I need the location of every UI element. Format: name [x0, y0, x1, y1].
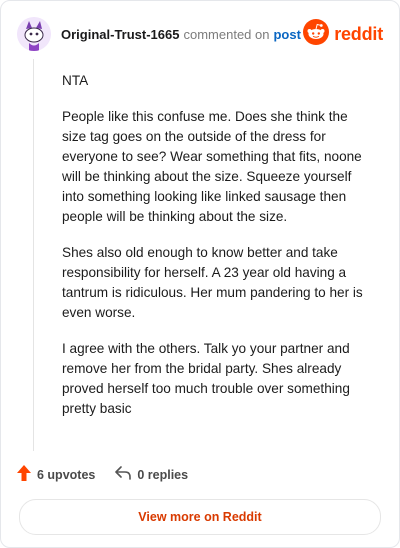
reddit-wordmark: reddit [334, 23, 383, 44]
comment-byline: Original-Trust-1665 commented on post [61, 27, 301, 42]
upvote-button[interactable]: 6 upvotes [17, 465, 95, 484]
comment-body: NTA People like this confuse me. Does sh… [62, 71, 373, 435]
reddit-logo-icon [303, 18, 330, 50]
embedded-comment-card: Original-Trust-1665 commented on post re… [0, 0, 400, 548]
reddit-brand-link[interactable]: reddit [303, 18, 383, 50]
upvotes-count: 6 upvotes [37, 467, 96, 482]
username-link[interactable]: Original-Trust-1665 [61, 27, 179, 42]
post-link[interactable]: post [273, 27, 300, 42]
comment-paragraph: Shes also old enough to know better and … [62, 245, 363, 320]
reply-arrow-icon [115, 466, 132, 483]
comment-actions: 6 upvotes 0 replies [17, 465, 188, 484]
thread-line [33, 59, 34, 451]
upvote-arrow-icon [17, 465, 31, 484]
comment-paragraph: NTA [62, 73, 89, 88]
view-more-on-reddit-button[interactable]: View more on Reddit [19, 499, 381, 535]
user-avatar-icon[interactable] [17, 17, 51, 51]
replies-count: 0 replies [137, 467, 189, 482]
comment-paragraph: I agree with the others. Talk yo your pa… [62, 341, 350, 416]
comment-paragraph: People like this confuse me. Does she th… [62, 109, 362, 224]
commented-on-text: commented on [183, 26, 270, 42]
comment-header: Original-Trust-1665 commented on post re… [17, 17, 383, 51]
replies-button[interactable]: 0 replies [115, 466, 188, 483]
